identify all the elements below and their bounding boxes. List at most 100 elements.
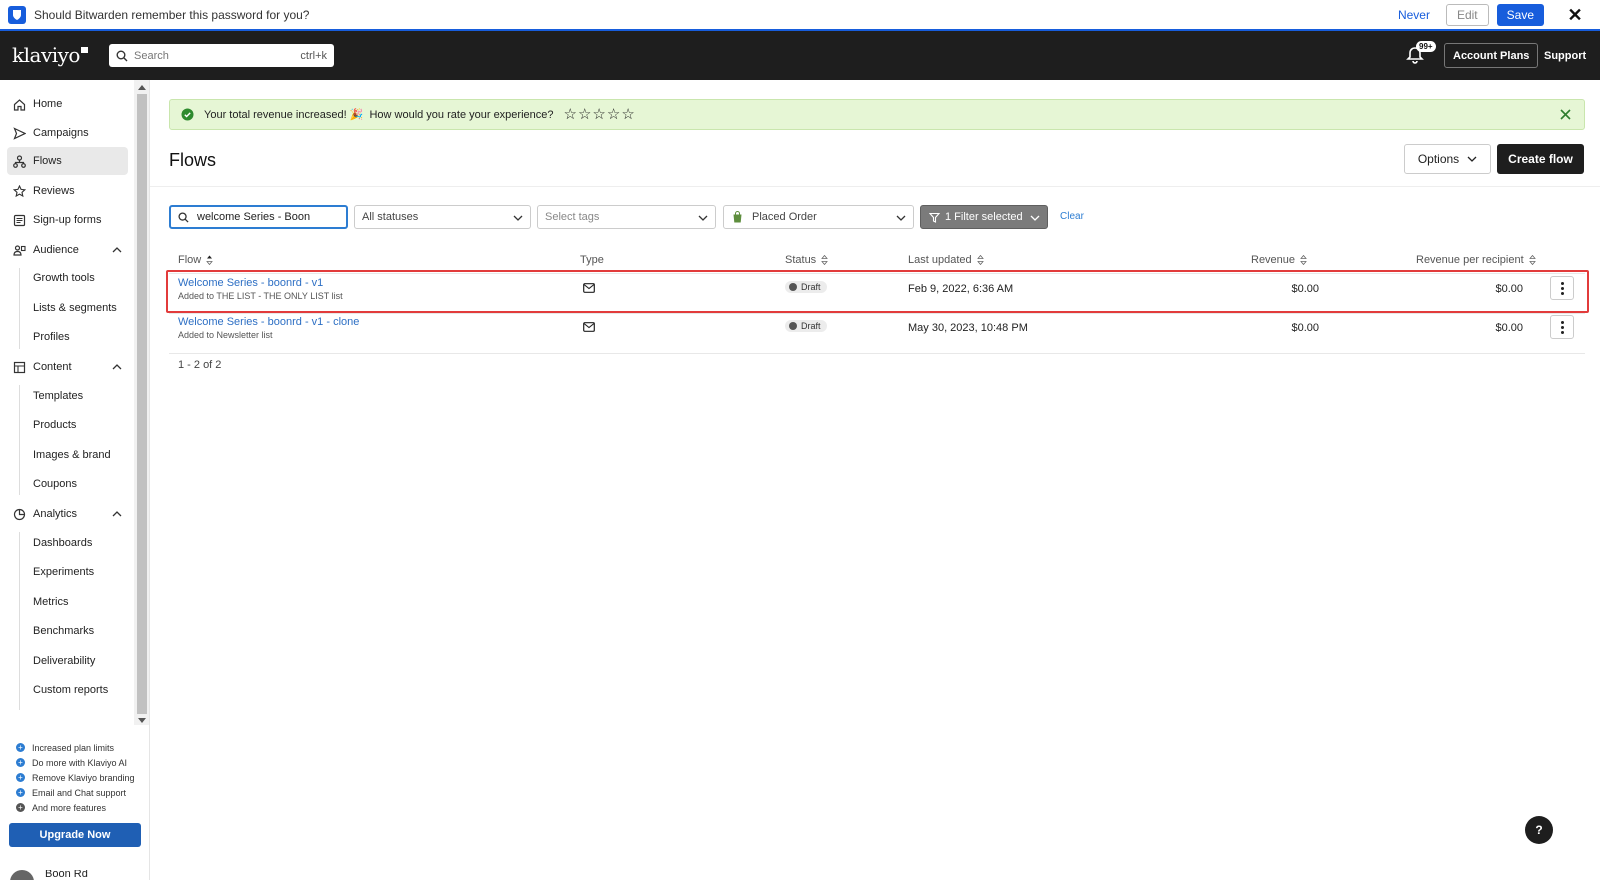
sidebar-item-lists-segments[interactable]: Lists & segments [33, 302, 117, 314]
user-name: Boon Rd [45, 870, 88, 880]
check-circle-icon [181, 108, 194, 121]
tags-filter-select[interactable]: Select tags [537, 205, 716, 229]
options-button[interactable]: Options [1404, 144, 1491, 174]
sort-icon [206, 255, 214, 265]
metric-filter-select[interactable]: Placed Order [723, 205, 914, 229]
sidebar-item-experiments[interactable]: Experiments [33, 566, 94, 578]
plus-icon: + [16, 743, 25, 752]
clear-filters-link[interactable]: Clear [1060, 211, 1084, 222]
sidebar-item-audience[interactable]: Audience [7, 236, 128, 264]
user-menu[interactable]: Boon Rd [10, 870, 140, 880]
upgrade-feature: + Email and Chat support [16, 785, 135, 800]
revenue: $0.00 [1291, 322, 1319, 334]
help-button[interactable]: ? [1525, 816, 1553, 844]
sidebar-item-dashboards[interactable]: Dashboards [33, 537, 92, 549]
upgrade-features-list: + Increased plan limits + Do more with Kla… [16, 740, 135, 815]
sidebar-item-profiles[interactable]: Profiles [33, 331, 70, 343]
sidebar-item-templates[interactable]: Templates [33, 390, 83, 402]
rating-star-2[interactable]: ☆ [578, 107, 591, 122]
revenue-per-recipient: $0.00 [1495, 322, 1523, 334]
save-button[interactable]: Save [1496, 4, 1544, 26]
upgrade-now-button[interactable]: Upgrade Now [9, 823, 141, 847]
column-header-revenue[interactable]: Revenue [1251, 254, 1307, 266]
email-icon [583, 283, 595, 293]
sidebar-item-custom-reports[interactable]: Custom reports [33, 684, 108, 696]
never-button[interactable]: Never [1390, 8, 1438, 22]
search-icon [116, 50, 128, 61]
sidebar-item-home[interactable]: Home [7, 90, 128, 118]
audience-icon [13, 244, 26, 256]
revenue-per-recipient: $0.00 [1495, 283, 1523, 295]
sidebar-item-flows[interactable]: Flows [7, 147, 128, 175]
sidebar-item-content[interactable]: Content [7, 353, 128, 381]
sidebar-item-coupons[interactable]: Coupons [33, 478, 77, 490]
shopify-icon [733, 211, 742, 223]
rating-star-3[interactable]: ☆ [592, 107, 605, 122]
sort-icon [976, 255, 984, 265]
sidebar-item-deliverability[interactable]: Deliverability [33, 655, 95, 667]
flow-trigger: Added to THE LIST - THE ONLY LIST list [178, 291, 343, 301]
row-divider [169, 353, 1585, 354]
last-updated: May 30, 2023, 10:48 PM [908, 322, 1028, 334]
column-header-last-updated[interactable]: Last updated [908, 254, 984, 266]
feedback-banner: Your total revenue increased! 🎉 How woul… [169, 99, 1585, 130]
sidebar-scroll-thumb[interactable] [137, 94, 147, 714]
sidebar-item-growth-tools[interactable]: Growth tools [33, 272, 95, 284]
klaviyo-logo[interactable]: klaviyo [12, 43, 88, 67]
sidebar-item-campaigns[interactable]: Campaigns [7, 119, 128, 147]
account-plans-button[interactable]: Account Plans [1444, 43, 1539, 68]
column-header-revenue-per-recipient[interactable]: Revenue per recipient [1416, 254, 1536, 266]
scroll-up-arrow-icon[interactable] [138, 85, 146, 90]
filter-selected-button[interactable]: 1 Filter selected [920, 205, 1048, 229]
chevron-down-icon [513, 215, 523, 221]
form-icon [13, 214, 26, 226]
rating-star-5[interactable]: ☆ [621, 107, 634, 122]
table-row-2-flow: Welcome Series - boonrd - v1 - clone Add… [178, 316, 359, 340]
banner-message: Your total revenue increased! 🎉 [204, 109, 364, 121]
rating-star-1[interactable]: ☆ [564, 107, 577, 122]
support-link[interactable]: Support [1544, 50, 1586, 62]
rating-star-4[interactable]: ☆ [607, 107, 620, 122]
close-icon[interactable] [1559, 108, 1572, 121]
flow-trigger: Added to Newsletter list [178, 330, 273, 340]
sidebar-item-signup-forms[interactable]: Sign-up forms [7, 206, 128, 234]
sidebar-item-reviews[interactable]: Reviews [7, 177, 128, 205]
column-header-status[interactable]: Status [785, 254, 829, 266]
flow-search-input[interactable]: welcome Series - Boon [169, 205, 348, 229]
sidebar-item-analytics[interactable]: Analytics [7, 500, 128, 528]
sidebar-item-benchmarks[interactable]: Benchmarks [33, 625, 94, 637]
sidebar: Home Campaigns Flows Reviews Sign-up for… [0, 80, 150, 880]
sidebar-item-metrics[interactable]: Metrics [33, 596, 68, 608]
draft-icon [789, 322, 797, 330]
pagination: 1 - 2 of 2 [178, 359, 222, 371]
send-icon [13, 126, 26, 140]
revenue: $0.00 [1291, 283, 1319, 295]
sidebar-item-products[interactable]: Products [33, 419, 76, 431]
status-badge: Draft [785, 320, 827, 333]
close-icon[interactable]: ✕ [1566, 5, 1584, 26]
sidebar-item-images-brand[interactable]: Images & brand [33, 449, 111, 461]
scroll-down-arrow-icon[interactable] [138, 718, 146, 723]
chevron-down-icon [896, 215, 906, 221]
search-input[interactable]: Search ctrl+k [109, 44, 334, 67]
status-filter-select[interactable]: All statuses [354, 205, 531, 229]
plus-icon: + [16, 788, 25, 797]
home-icon [13, 98, 26, 111]
plus-icon: + [16, 803, 25, 812]
create-flow-button[interactable]: Create flow [1497, 144, 1584, 174]
flow-link[interactable]: Welcome Series - boonrd - v1 [178, 277, 343, 289]
plus-icon: + [16, 758, 25, 767]
content-icon [13, 361, 26, 373]
column-header-flow[interactable]: Flow [178, 254, 214, 266]
highlighted-row-outline [166, 270, 1589, 313]
funnel-icon [929, 212, 940, 223]
upgrade-feature: + Increased plan limits [16, 740, 135, 755]
row-actions-button[interactable] [1550, 315, 1574, 339]
top-nav: klaviyo Search ctrl+k 99+ Account Plans … [0, 31, 1600, 80]
draft-icon [789, 283, 797, 291]
bitwarden-logo-icon [8, 5, 26, 24]
search-placeholder: Search [134, 49, 169, 62]
edit-button[interactable]: Edit [1445, 4, 1489, 26]
row-actions-button[interactable] [1550, 276, 1574, 300]
flow-link[interactable]: Welcome Series - boonrd - v1 - clone [178, 316, 359, 328]
